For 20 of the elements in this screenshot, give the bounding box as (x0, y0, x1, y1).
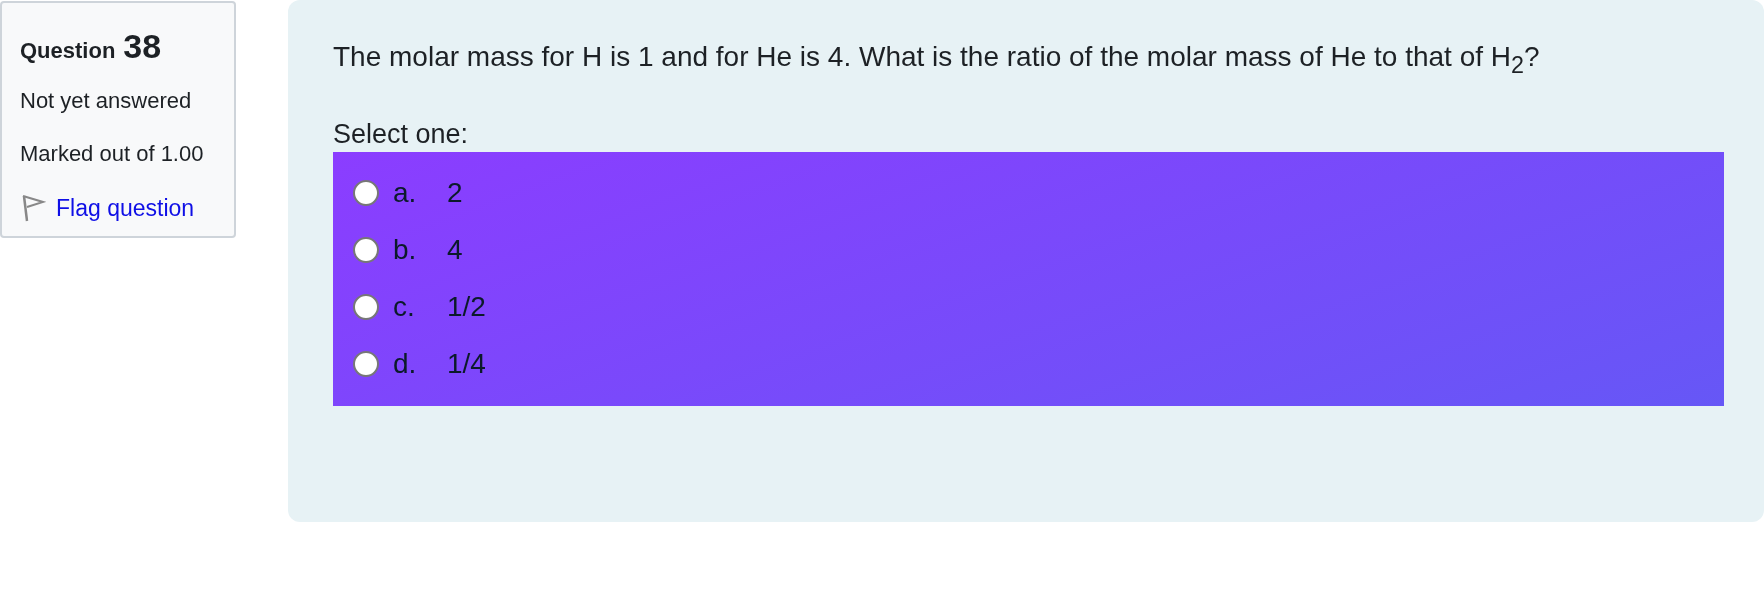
option-letter: b. (393, 234, 418, 267)
option-letter: c. (393, 291, 416, 324)
radio-button[interactable] (353, 351, 379, 378)
option-text: 4 (447, 234, 463, 267)
flag-icon (20, 194, 46, 222)
radio-button[interactable] (353, 237, 379, 264)
question-text: The molar mass for H is 1 and for He is 4. What is the ratio of the molar mass of He to that of H$_{2}$? (333, 40, 1541, 80)
option-letter: d. (393, 348, 418, 381)
option-text: 2 (447, 177, 463, 210)
option-letter: a. (393, 177, 418, 210)
question-label: Question (20, 38, 116, 64)
option-text: 1/4 (447, 348, 486, 381)
radio-button[interactable] (353, 294, 379, 321)
option-text: 1/2 (447, 291, 486, 324)
select-prompt: Select one: (333, 117, 470, 150)
question-mark: Marked out of 1.00 (20, 140, 205, 168)
question-status: Not yet answered (20, 87, 193, 115)
question-number: 38 (123, 27, 162, 66)
flag-question-link[interactable]: Flag question (20, 194, 195, 222)
radio-button[interactable] (353, 180, 379, 207)
